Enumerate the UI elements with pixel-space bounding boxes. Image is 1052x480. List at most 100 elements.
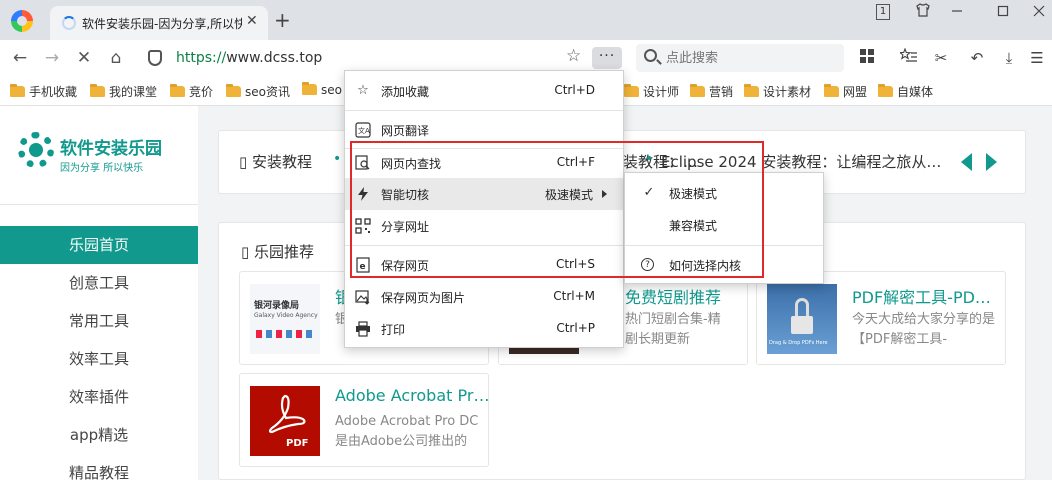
stop-button[interactable]: ✕ [72, 46, 96, 70]
card-title[interactable]: Adobe Acrobat Pr… [335, 386, 489, 405]
url-text[interactable]: https://www.dcss.top [176, 50, 322, 66]
save-page-icon: e [355, 257, 371, 273]
submenu-item-speed-mode[interactable]: ✓ 极速模式 [625, 177, 823, 209]
help-icon: ? [641, 258, 654, 271]
submenu-arrow-icon [602, 190, 607, 198]
ticker-dot: • [333, 151, 342, 167]
menu-item-add-favorite[interactable]: ☆ 添加收藏 Ctrl+D [345, 75, 623, 107]
folder-icon [744, 84, 759, 97]
scissors-icon[interactable]: ✂ [930, 48, 952, 68]
nav-item-common-tools[interactable]: 常用工具 [0, 302, 198, 340]
nav-item-efficiency-tools[interactable]: 效率工具 [0, 340, 198, 378]
divider [0, 204, 198, 205]
submenu-item-compat-mode[interactable]: 兼容模式 [625, 209, 823, 241]
folder-icon [302, 82, 317, 95]
folder-icon [10, 84, 25, 97]
bookmark-folder[interactable]: seo [302, 82, 342, 99]
ticker-dot: • [645, 151, 654, 167]
forward-button[interactable]: → [40, 46, 64, 70]
back-button[interactable]: ← [8, 46, 32, 70]
ticker-prev-arrow-icon[interactable] [961, 153, 972, 171]
maximize-icon[interactable] [992, 2, 1014, 24]
menu-item-translate[interactable]: 文A 网页翻译 [345, 114, 623, 146]
ticker-next-arrow-icon[interactable] [986, 153, 997, 171]
nav-item-tutorials[interactable]: 精品教程 [0, 454, 198, 480]
folder-icon [170, 84, 185, 97]
card-description: Adobe Acrobat Pro DC是由Adobe公司推出的 [335, 414, 479, 449]
home-button[interactable]: ⌂ [104, 46, 128, 70]
nav-item-creative-tools[interactable]: 创意工具 [0, 264, 198, 302]
favorites-list-icon[interactable] [898, 47, 920, 68]
bookmark-folder[interactable]: 我的课堂 [90, 83, 157, 99]
svg-text:文A: 文A [358, 126, 370, 135]
bookmark-folder[interactable]: 手机收藏 [10, 83, 77, 99]
card-description: 今天大成给大家分享的是【PDF解密工具- [852, 312, 996, 347]
nav-item-apps[interactable]: app精选 [0, 416, 198, 454]
lightning-icon [355, 186, 371, 202]
folder-icon [90, 84, 105, 97]
tab-strip: 软件安装乐园-因为分享,所以快乐 ✕ + 1 [0, 0, 1052, 40]
new-tab-button[interactable]: + [274, 8, 291, 32]
bookmark-folder[interactable]: 营销 [690, 83, 733, 99]
menu-item-switch-core[interactable]: 智能切核 极速模式 [345, 178, 623, 210]
bookmark-folder[interactable]: 自媒体 [878, 83, 933, 99]
menu-item-share-url[interactable]: 分享网址 [345, 210, 623, 242]
close-window-icon[interactable] [1028, 2, 1050, 24]
more-actions-button[interactable]: ··· [592, 47, 622, 69]
search-input[interactable] [666, 48, 836, 68]
menu-item-save-page[interactable]: e 保存网页 Ctrl+S [345, 249, 623, 281]
minimize-icon[interactable] [946, 2, 968, 24]
bookmark-folder[interactable]: 网盟 [824, 83, 867, 99]
ticker-link[interactable]: Eclipse 2024 安装教程：让编程之旅从… [661, 151, 951, 172]
card-description: 热门短剧合集-精 剧长期更新 [625, 312, 721, 347]
folder-icon [226, 84, 241, 97]
address-bar[interactable]: https://www.dcss.top ☆ ··· [138, 44, 626, 72]
menu-item-save-as-image[interactable]: 保存网页为图片 Ctrl+M [345, 281, 623, 313]
bookmark-folder[interactable]: 设计师 [624, 83, 679, 99]
recommend-card[interactable]: PDF Adobe Acrobat Pr… Adobe Acrobat Pro … [239, 373, 489, 467]
tab-title: 软件安装乐园-因为分享,所以快乐 [82, 17, 242, 31]
card-thumbnail: Drag & Drop PDFs Here [767, 284, 837, 354]
submenu-item-how-to-choose[interactable]: ? 如何选择内核 [625, 249, 823, 281]
card-title[interactable]: PDF解密工具-PD… [852, 284, 991, 308]
nav-item-efficiency-plugins[interactable]: 效率插件 [0, 378, 198, 416]
active-tab[interactable]: 软件安装乐园-因为分享,所以快乐 ✕ [50, 6, 268, 40]
bookmark-folder[interactable]: 设计素材 [744, 83, 811, 99]
core-submenu: ✓ 极速模式 兼容模式 ? 如何选择内核 [624, 172, 824, 284]
folder-icon [690, 84, 705, 97]
folder-icon [624, 84, 639, 97]
skin-shirt-icon[interactable] [912, 2, 934, 24]
qr-code-icon [355, 218, 371, 234]
site-logo[interactable]: 软件安装乐园 因为分享 所以快乐 [18, 128, 188, 178]
browser-logo-icon[interactable] [11, 10, 33, 32]
search-icon [644, 49, 657, 62]
security-shield-icon[interactable] [148, 50, 162, 66]
site-sidebar: 软件安装乐园 因为分享 所以快乐 乐园首页 创意工具 常用工具 效率工具 效率插… [0, 106, 198, 480]
undo-icon[interactable]: ↶ [966, 48, 988, 68]
translate-icon: 文A [355, 122, 371, 138]
menu-item-find-in-page[interactable]: 网页内查找 Ctrl+F [345, 147, 623, 179]
more-actions-menu: ☆ 添加收藏 Ctrl+D 文A 网页翻译 网页内查找 Ctrl+F 智能切核 … [344, 70, 624, 348]
ticker-label: ▯ 安装教程 [239, 153, 313, 171]
menu-icon[interactable]: ☰ [1026, 48, 1048, 68]
apps-grid-icon[interactable] [856, 48, 878, 68]
search-box[interactable] [636, 44, 844, 72]
save-image-icon [355, 289, 371, 305]
menu-divider [345, 110, 623, 111]
bookmark-folder[interactable]: seo资讯 [226, 83, 290, 99]
site-name: 软件安装乐园 [60, 139, 162, 159]
download-icon[interactable]: ⤓ [998, 48, 1020, 68]
bookmark-folder[interactable]: 竞价 [170, 83, 213, 99]
tab-close-icon[interactable]: ✕ [246, 13, 258, 29]
printer-icon [355, 321, 371, 337]
recommend-card[interactable]: Drag & Drop PDFs Here PDF解密工具-PD… 今天大成给大… [756, 271, 1006, 365]
gear-logo-icon [18, 132, 54, 168]
tab-count-icon[interactable]: 1 [876, 4, 890, 20]
folder-icon [878, 84, 893, 97]
nav-item-home[interactable]: 乐园首页 [0, 226, 198, 264]
find-in-page-icon [355, 155, 371, 171]
svg-text:e: e [360, 262, 366, 272]
card-title[interactable]: 免费短剧推荐 [625, 284, 721, 308]
bookmark-star-icon[interactable]: ☆ [566, 46, 581, 66]
menu-item-print[interactable]: 打印 Ctrl+P [345, 313, 623, 345]
